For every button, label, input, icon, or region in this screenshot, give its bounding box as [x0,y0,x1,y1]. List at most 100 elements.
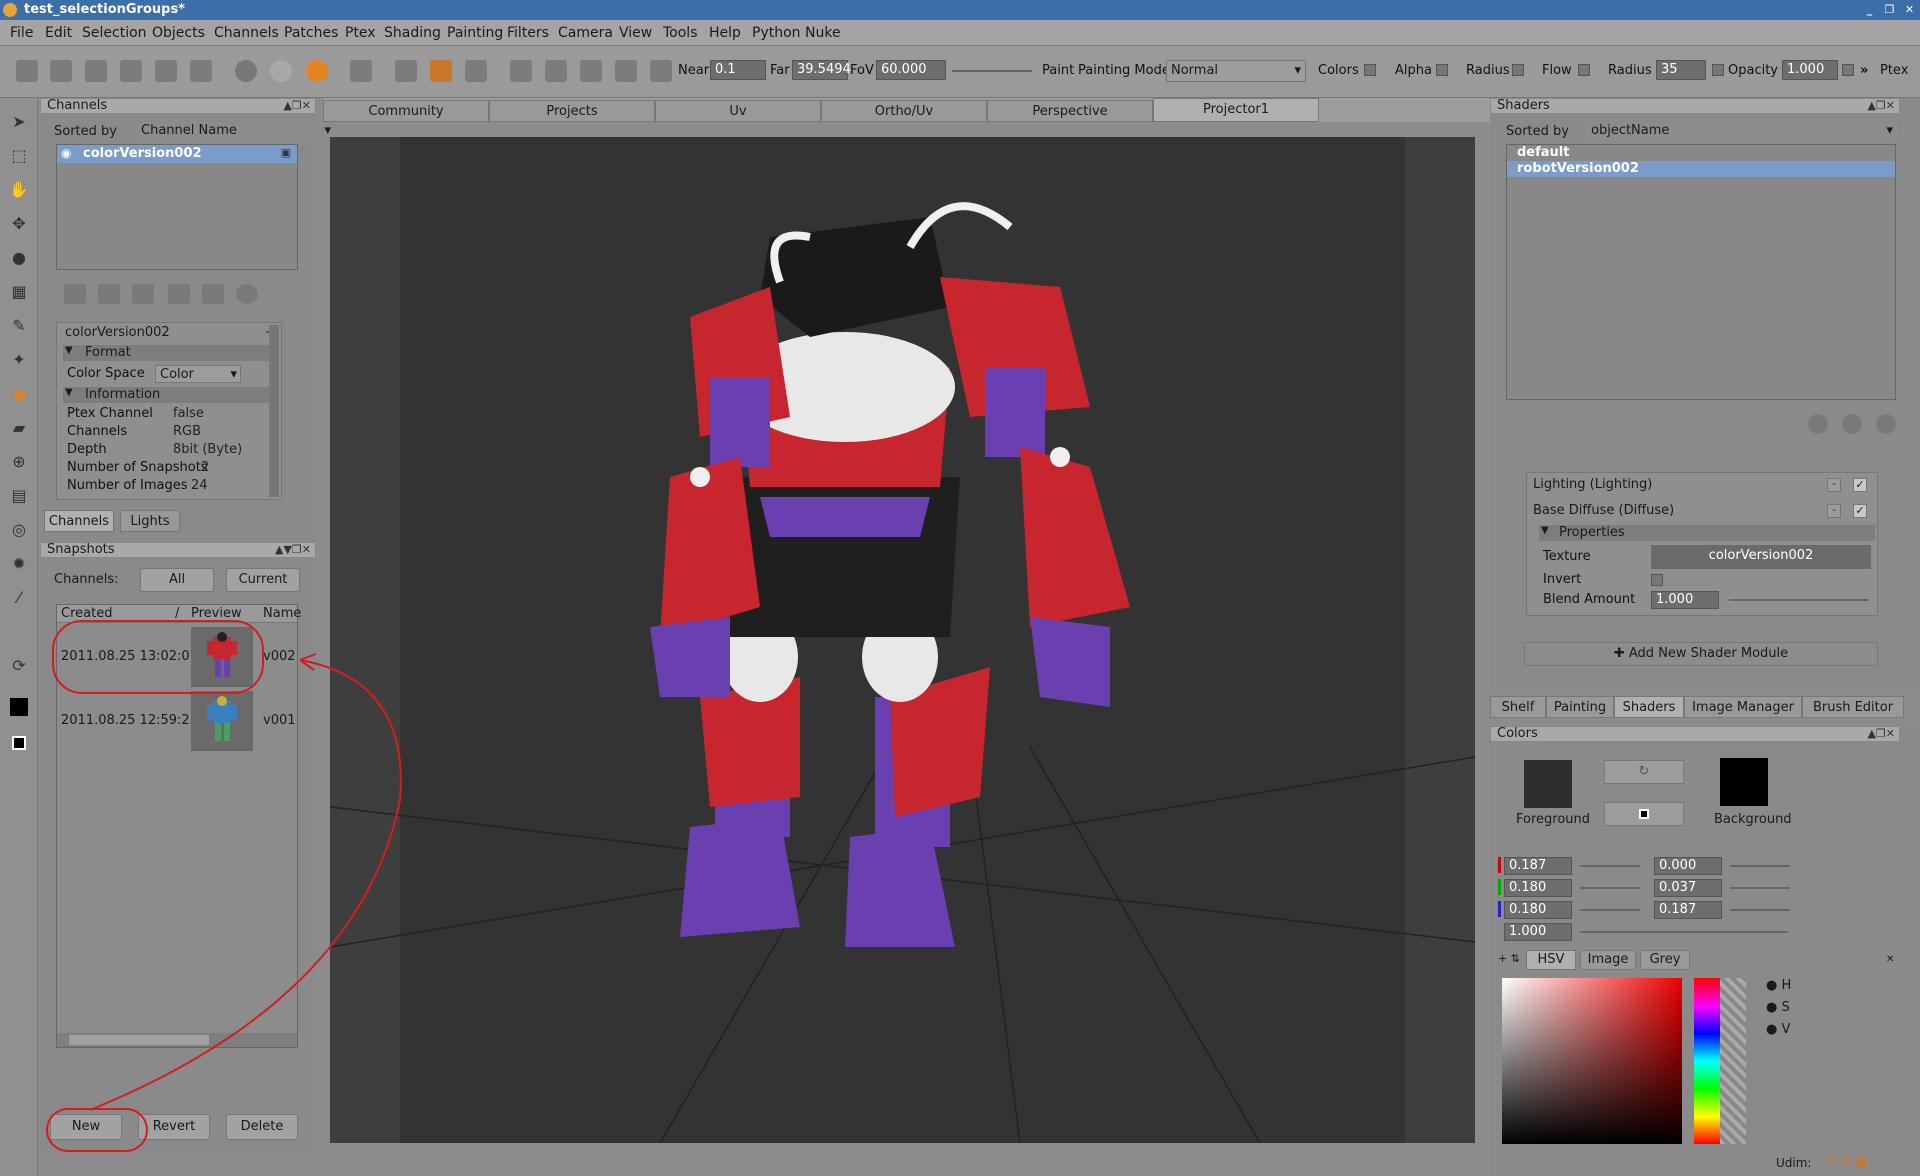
close-file-icon[interactable] [50,60,72,82]
fg-green-field[interactable]: 0.180 [1504,879,1572,897]
eyedropper-icon[interactable]: ⁄ [9,588,29,608]
invert-checkbox[interactable] [1651,574,1663,586]
bg-saturation-slider[interactable] [1730,887,1790,889]
photo-icon[interactable] [545,60,567,82]
module-enabled-checkbox[interactable]: ✓ [1853,504,1867,518]
radius-lock-checkbox[interactable] [1712,64,1724,76]
channel-settings-icon[interactable] [168,284,190,304]
radius-checkbox[interactable] [1512,64,1524,76]
bg-value-slider[interactable] [1730,909,1790,911]
tab-grey[interactable]: Grey [1640,950,1690,970]
tab-shaders[interactable]: Shaders [1614,696,1684,718]
all-button[interactable]: All [140,568,214,592]
lock-icon[interactable]: ▣ [281,146,291,159]
channel-list-item[interactable]: ◉ colorVersion002 ▣ [57,145,297,163]
pan-hand-icon[interactable]: ✋ [9,180,29,200]
save-icon[interactable] [85,60,107,82]
saturation-value-picker[interactable] [1502,978,1682,1144]
mask-icon[interactable] [395,60,417,82]
flow-checkbox[interactable] [1578,64,1590,76]
bg-hue-field[interactable]: 0.000 [1654,857,1722,875]
fg-alpha-field[interactable]: 1.000 [1504,923,1572,941]
swap-colors-button[interactable] [1604,802,1684,826]
tab-community[interactable]: Community [323,100,489,122]
add-tab-icon[interactable]: + ⇅ [1498,952,1520,965]
pin-icon[interactable]: ✦ [9,350,29,370]
menu-nuke[interactable]: Nuke [805,25,841,41]
menu-tools[interactable]: Tools [663,25,698,41]
v-radio[interactable]: ● V [1766,1022,1790,1037]
panel-controls-icon[interactable]: ▲❐✕ [283,99,311,113]
menu-view[interactable]: View [619,25,652,41]
tab-projector1[interactable]: Projector1 [1153,98,1319,122]
save-as-icon[interactable] [120,60,142,82]
bg-hue-slider[interactable] [1730,865,1790,867]
tab-lights[interactable]: Lights [120,510,180,532]
smudge-icon[interactable]: ✎ [9,316,29,336]
maximize-icon[interactable]: ❐ [1882,2,1897,17]
flat-shading-icon[interactable] [235,60,257,82]
redo-icon[interactable] [190,60,212,82]
shader-list-item[interactable]: default [1507,145,1895,161]
menu-objects[interactable]: Objects [152,25,205,41]
tab-brush-editor[interactable]: Brush Editor [1802,696,1904,718]
opacity-lock-checkbox[interactable] [1842,64,1854,76]
film-icon[interactable] [615,60,637,82]
fg-red-field[interactable]: 0.187 [1504,857,1572,875]
tab-projects[interactable]: Projects [489,100,655,122]
menu-selection[interactable]: Selection [82,25,147,41]
tab-image[interactable]: Image [1580,950,1636,970]
fov-field[interactable]: 60.000 [876,60,946,80]
menu-file[interactable]: File [10,25,33,41]
shader-list-item-selected[interactable]: robotVersion002 [1507,161,1895,177]
tab-hsv[interactable]: HSV [1526,950,1576,970]
fov-slider[interactable] [952,70,1032,72]
hue-slider[interactable] [1694,978,1720,1144]
close-tab-icon[interactable]: ✕ [1886,954,1894,965]
add-shader-icon[interactable] [1808,414,1828,434]
menu-patches[interactable]: Patches [284,25,338,41]
eraser-icon[interactable]: ▰ [9,418,29,438]
menu-python[interactable]: Python [752,25,801,41]
add-channel-icon[interactable] [64,284,86,304]
foreground-color-swatch[interactable] [1524,760,1572,808]
menu-camera[interactable]: Camera [558,25,613,41]
paint-tool-icon[interactable]: ◉ [9,384,29,404]
blur-icon[interactable]: ◎ [9,520,29,540]
opacity-field[interactable]: 1.000 [1782,60,1838,80]
column-name[interactable]: Name [263,606,301,621]
swap-colors-icon[interactable] [12,736,26,750]
3d-viewport[interactable] [330,137,1475,1143]
menu-filters[interactable]: Filters [507,25,549,41]
bg-saturation-field[interactable]: 0.037 [1654,879,1722,897]
frame-icon[interactable] [350,60,372,82]
select-arrow-icon[interactable]: ➤ [9,112,29,132]
color-space-select[interactable]: Color ▾ [155,365,241,383]
s-radio[interactable]: ● S [1766,1000,1790,1015]
undo-icon[interactable] [155,60,177,82]
add-shader-module-button[interactable]: ✚ Add New Shader Module [1524,642,1878,666]
fg-alpha-slider[interactable] [1580,931,1788,933]
camera-icon[interactable] [510,60,532,82]
background-color-swatch[interactable] [1720,758,1768,806]
robot-model[interactable] [330,137,1475,1143]
properties-group[interactable]: ▼ Properties [1539,525,1875,541]
module-base-diffuse[interactable]: Base Diffuse (Diffuse) - ✓ [1529,501,1875,521]
menu-shading[interactable]: Shading [384,25,441,41]
lit-shading-icon[interactable] [270,60,292,82]
information-group[interactable]: ▼ Information [63,387,277,403]
remove-module-icon[interactable]: - [1827,478,1841,492]
fg-red-slider[interactable] [1580,865,1640,867]
clone-icon[interactable]: ⊕ [9,452,29,472]
menu-ptex[interactable]: Ptex [345,25,376,41]
module-enabled-checkbox[interactable]: ✓ [1853,478,1867,492]
far-field[interactable]: 39.5494 [792,60,851,80]
paint-through-icon[interactable] [430,60,452,82]
remove-module-icon[interactable]: - [1827,504,1841,518]
panel-controls-icon[interactable]: ▲❐✕ [1867,99,1895,113]
panel-controls-icon[interactable]: ▲❐✕ [1867,727,1895,741]
reset-colors-icon[interactable]: ↻ [1604,760,1684,784]
move-icon[interactable]: ✥ [9,214,29,234]
current-button[interactable]: Current [226,568,300,592]
close-icon[interactable]: ✕ [1902,2,1917,17]
